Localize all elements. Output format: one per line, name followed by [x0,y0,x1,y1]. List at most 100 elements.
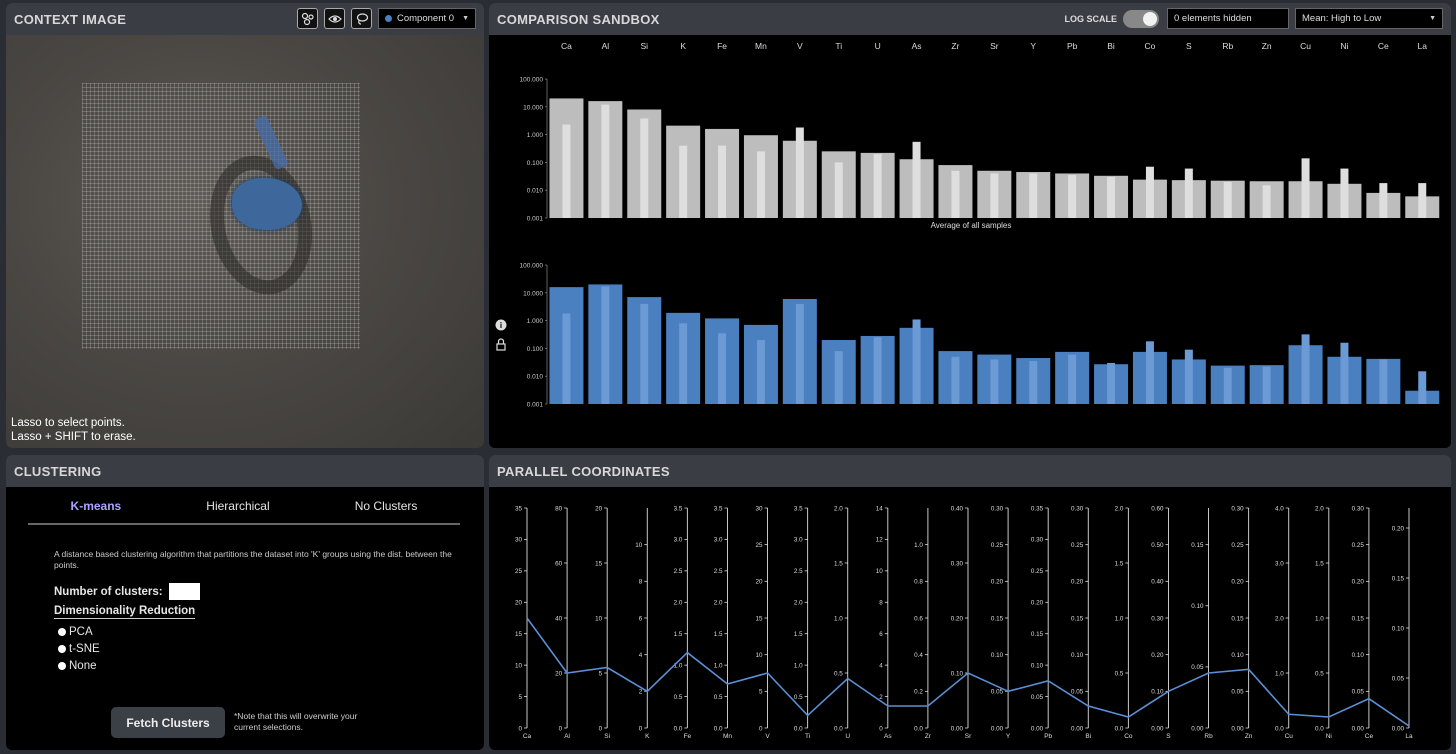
axis-label: Ca [523,733,532,740]
element-label-zn: Zn [1262,41,1272,51]
axis-tick-label: 0 [879,725,883,732]
element-label-co: Co [1145,41,1156,51]
tab-kmeans[interactable]: K-means [71,499,122,513]
axis-tick-label: 1.5 [794,631,803,638]
element-label-fe: Fe [717,41,727,51]
axis-tick-label: 0.00 [1352,725,1365,732]
inner-bar-mn [756,340,765,404]
sort-select[interactable]: Mean: High to Low ▼ [1295,8,1443,29]
axis-label: Co [1124,733,1133,740]
axis-tick-label: 2.0 [1275,615,1284,622]
axis-tick-label: 2.0 [1315,505,1324,512]
axis-tick-label: 0.20 [991,579,1004,586]
axis-tick-label: 0.20 [1071,579,1084,586]
element-label-mn: Mn [755,41,767,51]
axis-tick-label: 0.10 [1031,662,1044,669]
axis-tick-label: 2 [639,689,643,696]
axis-tick-label: 3.0 [714,537,723,544]
axis-tick-label: 6 [879,631,883,638]
axis-tick-label: 10 [595,615,603,622]
axis-tick-label: 35 [515,505,523,512]
axis-tick-label: 0.50 [1151,542,1164,549]
axis-tick-label: 0.10 [1071,652,1084,659]
inner-bar-zr [951,356,960,404]
axis-tick-label: 0.05 [1352,689,1365,696]
scatter-toggle-icon[interactable] [297,8,318,29]
eye-icon[interactable] [324,8,345,29]
hidden-elements-field[interactable]: 0 elements hidden [1167,8,1289,29]
radio-none[interactable]: None [58,660,97,672]
axis-si: 0 5 10 15 20 Si [595,505,610,740]
axis-tick-label: 0.40 [951,505,964,512]
axis-tick-label: 3.0 [1275,560,1284,567]
tab-no-clusters[interactable]: No Clusters [355,499,418,513]
axis-label: Ti [805,733,810,740]
axis-tick-label: 1.0 [794,662,803,669]
axis-zn: 0.00 0.05 0.10 0.15 0.20 0.25 0.30 Zn [1231,505,1252,740]
comparison-bar-charts[interactable]: Ca Al Si K Fe Mn V Ti U As Zr Sr Y Pb Bi Co S Rb Zn Cu Ni Ce L… [489,35,1451,448]
lasso-help-text: Lasso to select points. Lasso + SHIFT to… [11,416,136,444]
panel-title: PARALLEL COORDINATES [497,463,670,479]
lock-icon[interactable] [496,338,506,351]
radio-pca[interactable]: PCA [58,626,93,638]
axis-tick-label: 0.8 [914,579,923,586]
element-label-cu: Cu [1300,41,1311,51]
component-select[interactable]: Component 0 ▼ [378,8,476,29]
axis-tick-label: 0.5 [834,670,843,677]
info-icon[interactable]: i [495,319,507,331]
tab-hierarchical[interactable]: Hierarchical [206,499,269,513]
element-label-ce: Ce [1378,41,1389,51]
inner-bar-s [1184,168,1193,218]
inner-bar-fe [718,145,727,218]
axis-tick-label: 0.30 [1231,505,1244,512]
axis-tick-label: 0.25 [991,542,1004,549]
axis-tick-label: 8 [879,600,883,607]
fetch-clusters-button[interactable]: Fetch Clusters [111,707,225,738]
axis-cu: 0.0 1.0 2.0 3.0 4.0 Cu [1275,505,1293,740]
axis-tick-label: 0.4 [914,652,923,659]
parallel-coordinates-chart[interactable]: 05101520253035Ca020406080Al05101520Si024… [489,487,1451,750]
axis-as: 02468101214As [876,505,893,740]
axis-label: Cu [1285,733,1294,740]
log-scale-toggle[interactable] [1123,9,1159,28]
inner-bar-sr [990,173,999,218]
inner-bar-pb [1068,354,1077,404]
axis-tick-label: 0.0 [714,725,723,732]
axis-tick-label: 0.15 [1392,575,1405,582]
axis-bi: 0.00 0.05 0.10 0.15 0.20 0.25 0.30 Bi [1071,505,1091,740]
inner-bar-v [795,127,804,218]
chevron-down-icon: ▼ [462,15,469,22]
axis-tick-label: 0 [559,725,563,732]
inner-bar-ce [1379,359,1388,404]
axis-tick-label: 2.0 [794,600,803,607]
axis-tick-label: 0.35 [1031,505,1044,512]
axis-tick-label: 0.6 [914,615,923,622]
axis-tick-label: 0.05 [1191,664,1204,671]
inner-bar-k [679,145,688,218]
axis-tick-label: 3.5 [794,505,803,512]
axis-tick-label: 0.20 [1231,579,1244,586]
axis-ca: 0 5 10 15 20 25 30 35 Ca [515,505,532,740]
axis-y: 0.00 0.05 0.10 0.15 0.20 0.25 0.30 Y [991,505,1011,740]
axis-v: 0 5 10 15 20 25 30 V [756,505,771,740]
axis-tick-label: 0.15 [1031,631,1044,638]
algorithm-description: A distance based clustering algorithm th… [54,549,452,570]
selection-blob [232,178,302,230]
axis-tick-label: 0.15 [1231,615,1244,622]
axis-tick-label: 0.10 [1231,652,1244,659]
chevron-down-icon: ▼ [1429,15,1436,22]
inner-bar-mn [756,151,765,218]
lasso-icon[interactable] [351,8,372,29]
svg-text:i: i [500,321,502,330]
axis-tick-label: 80 [555,505,563,512]
axis-label: Sr [965,733,972,740]
selection-bar-chart: 100.000 10.000 1.000 0.100 0.010 0.001 [520,263,1440,409]
clustering-tabs: K-means Hierarchical No Clusters [28,499,460,525]
inner-bar-ca [562,124,571,218]
axis-tick-label: 2.5 [794,568,803,575]
axis-tick-label: 0.10 [991,652,1004,659]
context-image-canvas[interactable]: Lasso to select points. Lasso + SHIFT to… [6,35,484,448]
radio-tsne[interactable]: t-SNE [58,643,100,655]
num-clusters-input[interactable] [168,583,200,600]
axis-tick-label: 0.05 [1231,689,1244,696]
